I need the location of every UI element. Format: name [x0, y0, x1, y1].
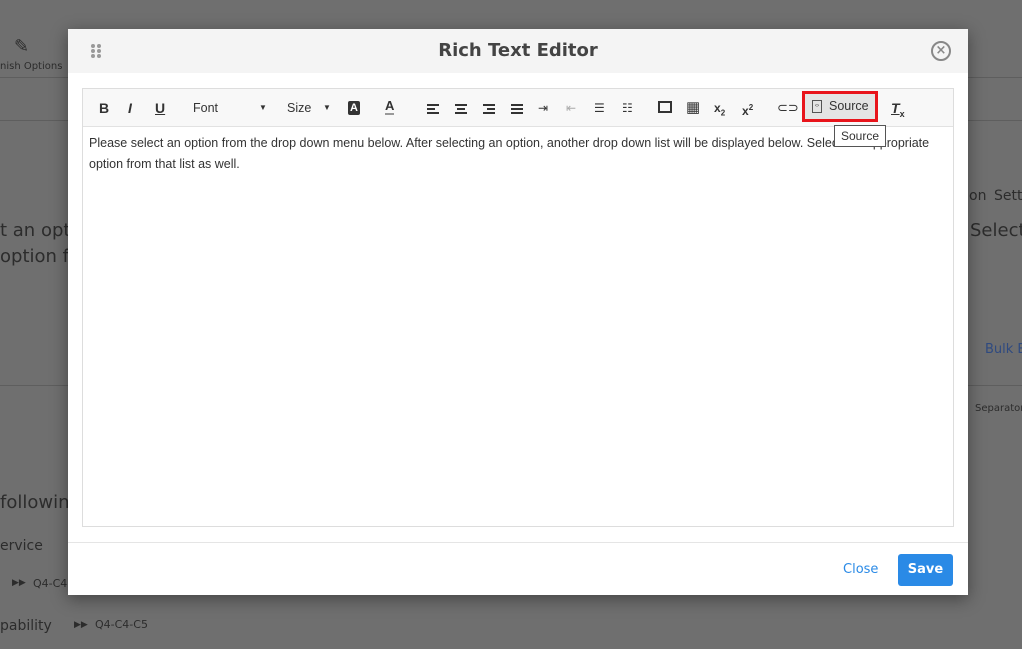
justify-icon[interactable]	[511, 102, 523, 116]
rich-text-editor-modal: Rich Text Editor × B I U Font ▼ Size ▼ A…	[68, 29, 968, 595]
close-icon[interactable]: ×	[931, 41, 951, 61]
bg-text: Separator	[975, 403, 1022, 414]
source-button[interactable]: ‹› Source	[802, 91, 878, 122]
bg-text: Q4-C4	[33, 577, 68, 590]
bg-text: Q4-C4-C5	[95, 618, 148, 631]
chevron-down-icon: ▼	[323, 103, 331, 112]
bg-text: Select	[970, 220, 1022, 241]
bg-text: option fr	[0, 246, 77, 267]
superscript-icon[interactable]: x2	[742, 99, 753, 120]
editor-content[interactable]: Please select an option from the drop do…	[83, 127, 953, 181]
close-button[interactable]: Close	[843, 562, 878, 577]
underline-button[interactable]: U	[155, 99, 165, 117]
link-icon[interactable]: ⊂⊃	[777, 99, 799, 117]
editor: B I U Font ▼ Size ▼ A A ⇥ ⇤ ☰ ☷ ▦ x2 x2 …	[82, 88, 954, 527]
play-icon: ▶▶	[74, 620, 88, 630]
bulleted-list-icon[interactable]: ☰	[594, 99, 605, 117]
bg-text: on	[969, 188, 987, 204]
table-icon[interactable]: ▦	[686, 99, 700, 117]
remove-format-icon[interactable]: Tx	[891, 99, 905, 123]
bg-text: ervice	[0, 538, 43, 554]
text-color-icon[interactable]: A	[385, 99, 395, 115]
modal-title: Rich Text Editor	[438, 40, 598, 61]
source-file-icon: ‹›	[812, 100, 822, 113]
source-label: Source	[829, 99, 869, 113]
background-color-icon[interactable]: A	[348, 101, 360, 115]
modal-footer: Close Save	[68, 542, 968, 595]
subscript-icon[interactable]: x2	[714, 99, 725, 122]
font-dropdown[interactable]: Font	[193, 99, 218, 117]
align-right-icon[interactable]	[483, 102, 495, 116]
bg-text: Setti	[994, 188, 1022, 204]
indent-icon[interactable]: ⇥	[538, 99, 548, 117]
image-icon[interactable]	[658, 101, 672, 113]
align-left-icon[interactable]	[427, 102, 439, 116]
chevron-down-icon: ▼	[259, 103, 267, 112]
save-button[interactable]: Save	[898, 554, 953, 586]
finish-options: nish Options	[0, 61, 63, 72]
wand-icon: ✎	[14, 36, 30, 57]
size-dropdown[interactable]: Size	[287, 99, 311, 117]
bg-text: pability	[0, 618, 52, 634]
bulk-link: Bulk E	[985, 342, 1022, 357]
modal-header: Rich Text Editor ×	[68, 29, 968, 73]
source-tooltip: Source	[834, 125, 886, 147]
align-center-icon[interactable]	[455, 102, 467, 116]
bold-button[interactable]: B	[99, 99, 109, 117]
outdent-icon: ⇤	[566, 101, 577, 115]
numbered-list-icon[interactable]: ☷	[622, 99, 633, 117]
italic-button[interactable]: I	[128, 99, 132, 117]
play-icon: ▶▶	[12, 578, 26, 588]
editor-toolbar: B I U Font ▼ Size ▼ A A ⇥ ⇤ ☰ ☷ ▦ x2 x2 …	[83, 89, 953, 147]
